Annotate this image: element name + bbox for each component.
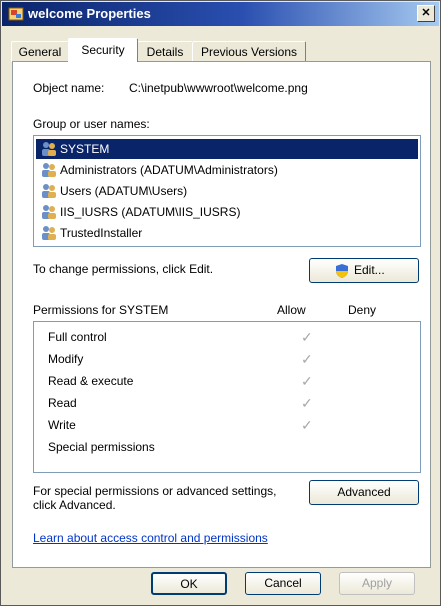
- list-item: Special permissions: [48, 436, 398, 458]
- window-title: welcome Properties: [28, 6, 151, 21]
- user-list[interactable]: SYSTEM Administrators (ADATUM\Administra…: [33, 135, 421, 247]
- user-name: SYSTEM: [60, 142, 110, 156]
- close-button[interactable]: ✕: [417, 5, 435, 22]
- apply-button[interactable]: Apply: [339, 572, 415, 595]
- allow-check-icon: ✓: [301, 417, 313, 433]
- allow-check-icon: ✓: [301, 329, 313, 345]
- list-item: Read & execute ✓: [48, 370, 398, 392]
- tab-general[interactable]: General: [11, 41, 69, 62]
- allow-check-icon: ✓: [301, 351, 313, 367]
- learn-more-link[interactable]: Learn about access control and permissio…: [33, 531, 268, 545]
- tab-details[interactable]: Details: [137, 41, 193, 62]
- ok-button-label: OK: [180, 577, 198, 591]
- permission-name: Full control: [48, 330, 107, 344]
- tab-label: Previous Versions: [200, 45, 298, 59]
- allow-header: Allow: [277, 303, 306, 317]
- cancel-button-label: Cancel: [264, 576, 302, 590]
- user-name: IIS_IUSRS (ADATUM\IIS_IUSRS): [60, 205, 241, 219]
- list-item-trustedinstaller[interactable]: TrustedInstaller: [36, 223, 418, 243]
- security-panel: Object name: C:\inetpub\wwwroot\welcome.…: [12, 61, 431, 568]
- list-item: Read ✓: [48, 392, 398, 414]
- advanced-text-line1: For special permissions or advanced sett…: [33, 484, 277, 498]
- allow-check-icon: ✓: [301, 395, 313, 411]
- list-item-system[interactable]: SYSTEM: [36, 139, 418, 159]
- permission-name: Write: [48, 418, 76, 432]
- advanced-button[interactable]: Advanced: [309, 480, 419, 505]
- advanced-button-label: Advanced: [337, 485, 391, 499]
- title-bar[interactable]: welcome Properties ✕: [2, 2, 439, 26]
- edit-button-label: Edit...: [354, 263, 385, 277]
- properties-dialog: welcome Properties ✕ General Security De…: [0, 0, 441, 606]
- ok-button[interactable]: OK: [151, 572, 227, 595]
- group-label: Group or user names:: [33, 117, 150, 131]
- close-icon: ✕: [421, 7, 431, 19]
- user-group-icon: [42, 184, 56, 198]
- tab-label: Security: [81, 43, 125, 57]
- allow-check-icon: ✓: [301, 373, 313, 389]
- list-item-administrators[interactable]: Administrators (ADATUM\Administrators): [36, 160, 418, 180]
- cancel-button[interactable]: Cancel: [245, 572, 321, 595]
- tab-previous-versions[interactable]: Previous Versions: [192, 41, 306, 62]
- permission-name: Special permissions: [48, 440, 155, 454]
- permissions-list[interactable]: Full control ✓ Modify ✓ Read & execute ✓…: [33, 321, 421, 473]
- user-group-icon: [42, 226, 56, 240]
- permission-name: Read: [48, 396, 77, 410]
- deny-header: Deny: [348, 303, 377, 317]
- edit-button[interactable]: Edit...: [309, 258, 419, 283]
- tab-security[interactable]: Security: [68, 38, 138, 62]
- list-item-users[interactable]: Users (ADATUM\Users): [36, 181, 418, 201]
- apply-button-label: Apply: [361, 576, 393, 590]
- user-name: TrustedInstaller: [60, 226, 143, 240]
- uac-shield-icon: [336, 264, 348, 278]
- user-name: Users (ADATUM\Users): [60, 184, 188, 198]
- permissions-header: Permissions for SYSTEM: [33, 303, 169, 317]
- advanced-text-line2: click Advanced.: [33, 498, 116, 512]
- user-group-icon: [42, 163, 56, 177]
- user-name: Administrators (ADATUM\Administrators): [60, 163, 278, 177]
- list-item: Modify ✓: [48, 348, 398, 370]
- object-name-label: Object name:: [33, 81, 105, 95]
- change-permissions-text: To change permissions, click Edit.: [33, 262, 214, 276]
- image-file-icon: [8, 7, 24, 21]
- user-group-icon: [42, 142, 56, 156]
- permission-name: Read & execute: [48, 374, 134, 388]
- user-group-icon: [42, 205, 56, 219]
- object-name-value: C:\inetpub\wwwroot\welcome.png: [129, 81, 308, 95]
- permission-name: Modify: [48, 352, 84, 366]
- tab-label: General: [18, 45, 62, 59]
- list-item-iis-iusrs[interactable]: IIS_IUSRS (ADATUM\IIS_IUSRS): [36, 202, 418, 222]
- list-item: Full control ✓: [48, 326, 398, 348]
- tab-label: Details: [146, 45, 184, 59]
- list-item: Write ✓: [48, 414, 398, 436]
